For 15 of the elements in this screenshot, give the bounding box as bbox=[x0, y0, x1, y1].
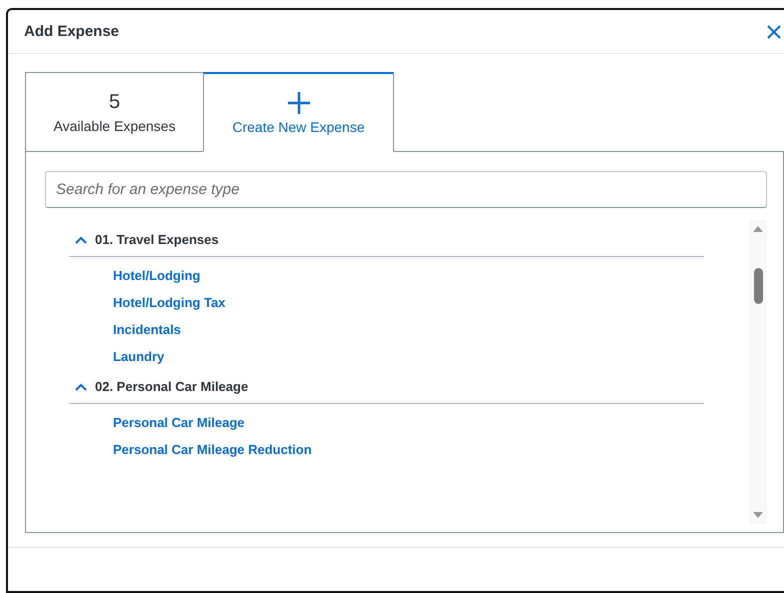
search-field[interactable]: Search for an expense type bbox=[45, 171, 767, 208]
tab-label: Available Expenses bbox=[54, 118, 176, 134]
expense-count: 5 bbox=[108, 90, 120, 114]
expense-type-link[interactable]: Laundry bbox=[113, 349, 164, 365]
tab[interactable]: 5 Available Expenses bbox=[25, 72, 204, 152]
group-header[interactable]: 02. Personal Car Mileage bbox=[69, 375, 704, 404]
expense-type-link[interactable]: Hotel/Lodging bbox=[113, 268, 200, 284]
tab-label: Create New Expense bbox=[232, 118, 365, 134]
expense-type-link[interactable]: Personal Car Mileage bbox=[113, 415, 244, 431]
tab[interactable]: Create New Expense bbox=[203, 72, 394, 152]
expense-type-link[interactable]: Hotel/Lodging Tax bbox=[113, 295, 226, 311]
expense-type-link[interactable]: Incidentals bbox=[113, 322, 181, 338]
group-header[interactable]: 01. Travel Expenses bbox=[69, 228, 704, 257]
expense-type-link[interactable]: Personal Car Mileage Reduction bbox=[113, 442, 312, 458]
dialog-title: Add Expense bbox=[24, 23, 120, 40]
